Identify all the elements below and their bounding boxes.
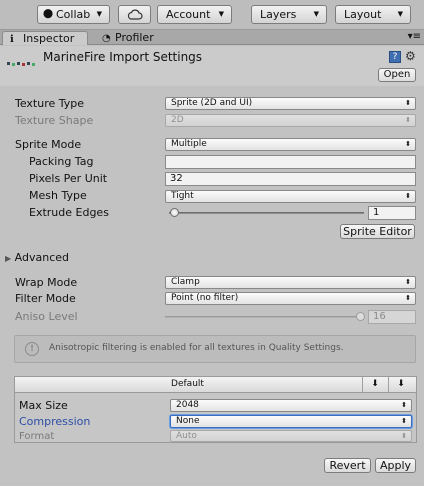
compression-value: None	[176, 416, 200, 426]
layout-label: Layout	[344, 8, 382, 21]
collab-check-icon: ⬤	[43, 9, 54, 19]
collab-label: Collab	[56, 8, 91, 21]
filter-mode-value: Point (no filter)	[171, 293, 239, 303]
dropdown-arrow-icon: ⬍	[401, 417, 407, 425]
filter-mode-dropdown[interactable]: Point (no filter) ⬍	[165, 292, 416, 305]
pixels-per-unit-input[interactable]: 32	[165, 172, 416, 186]
format-value: Auto	[176, 431, 197, 441]
android-icon[interactable]: ⬇	[388, 377, 413, 392]
window-tabs: ℹ Inspector ◔ Profiler ▾≡	[0, 30, 424, 45]
aniso-level-slider-track	[165, 316, 363, 318]
mesh-type-value: Tight	[171, 191, 194, 201]
tab-profiler-label: Profiler	[115, 31, 154, 44]
gear-icon[interactable]: ⚙	[405, 49, 416, 63]
help-text: Anisotropic filtering is enabled for all…	[49, 343, 344, 353]
tab-inspector-label: Inspector	[23, 32, 75, 45]
texture-type-value: Sprite (2D and UI)	[171, 98, 253, 108]
extrude-edges-slider-thumb[interactable]	[170, 208, 179, 217]
chevron-down-icon: ▼	[397, 10, 403, 18]
pixels-per-unit-label: Pixels Per Unit	[29, 172, 108, 185]
sprite-mode-label: Sprite Mode	[15, 138, 82, 151]
dropdown-arrow-icon: ⬍	[405, 140, 411, 148]
max-size-label: Max Size	[19, 399, 68, 412]
texture-shape-dropdown: 2D ⬍	[165, 114, 416, 127]
aniso-level-input: 16	[368, 310, 416, 324]
layers-dropdown[interactable]: Layers ▼	[251, 5, 327, 24]
apply-button[interactable]: Apply	[375, 458, 416, 473]
sprite-mode-value: Multiple	[171, 139, 207, 149]
chevron-down-icon: ▼	[218, 10, 224, 18]
layout-dropdown[interactable]: Layout ▼	[335, 5, 411, 24]
max-size-value: 2048	[176, 400, 199, 410]
dropdown-arrow-icon: ⬍	[405, 116, 411, 124]
cloud-button[interactable]	[118, 5, 151, 24]
platform-settings: Default ⬇ ⬇ Max Size 2048 ⬍ Compression N…	[14, 376, 417, 443]
mesh-type-label: Mesh Type	[29, 189, 87, 202]
revert-button[interactable]: Revert	[324, 458, 371, 473]
help-box: ! Anisotropic filtering is enabled for a…	[14, 335, 416, 363]
texture-type-dropdown[interactable]: Sprite (2D and UI) ⬍	[165, 97, 416, 110]
main-toolbar: ⬤ Collab ▼ Account ▼ Layers ▼ Layout ▼	[0, 0, 424, 30]
extrude-edges-input[interactable]: 1	[368, 206, 416, 220]
dropdown-arrow-icon: ⬍	[405, 192, 411, 200]
max-size-dropdown[interactable]: 2048 ⬍	[170, 399, 412, 412]
advanced-label: Advanced	[14, 251, 69, 264]
texture-shape-label: Texture Shape	[15, 114, 94, 127]
packing-tag-label: Packing Tag	[29, 155, 94, 168]
open-button[interactable]: Open	[378, 68, 416, 82]
tab-profiler[interactable]: ◔ Profiler	[98, 31, 168, 45]
wrap-mode-label: Wrap Mode	[15, 276, 78, 289]
download-icon[interactable]: ⬇	[362, 377, 387, 392]
platform-tab-bar: Default ⬇ ⬇	[15, 377, 416, 393]
triangle-right-icon: ▶	[5, 254, 12, 263]
sprite-editor-button[interactable]: Sprite Editor	[340, 224, 415, 239]
info-icon: !	[25, 342, 39, 356]
cloud-icon	[127, 9, 143, 20]
wrap-mode-value: Clamp	[171, 277, 200, 287]
sprite-thumbnail	[7, 62, 35, 66]
texture-shape-value: 2D	[171, 115, 184, 125]
chevron-down-icon: ▼	[96, 10, 102, 18]
format-label: Format	[19, 431, 55, 442]
dropdown-arrow-icon: ⬍	[401, 401, 407, 409]
compression-dropdown[interactable]: None ⬍	[170, 415, 412, 428]
profiler-icon: ◔	[102, 33, 111, 44]
dropdown-arrow-icon: ⬍	[401, 432, 407, 440]
packing-tag-input[interactable]	[165, 155, 416, 169]
asset-header: MarineFire Import Settings ? ⚙ Open	[0, 46, 424, 86]
import-settings-panel: Texture Type Sprite (2D and UI) ⬍ Texture…	[0, 86, 424, 486]
advanced-foldout[interactable]: ▶ Advanced	[5, 251, 69, 266]
compression-label: Compression	[19, 415, 91, 428]
account-label: Account	[166, 8, 211, 21]
help-book-icon[interactable]: ?	[389, 51, 401, 63]
info-icon: ℹ	[10, 34, 14, 45]
chevron-down-icon: ▼	[313, 10, 319, 18]
layers-label: Layers	[260, 8, 297, 21]
account-dropdown[interactable]: Account ▼	[157, 5, 232, 24]
page-title: MarineFire Import Settings	[43, 50, 203, 64]
dropdown-arrow-icon: ⬍	[405, 278, 411, 286]
extrude-edges-slider-track[interactable]	[169, 212, 364, 214]
format-dropdown: Auto ⬍	[170, 430, 412, 442]
dropdown-arrow-icon: ⬍	[405, 99, 411, 107]
sprite-mode-dropdown[interactable]: Multiple ⬍	[165, 138, 416, 151]
collab-dropdown[interactable]: ⬤ Collab ▼	[37, 5, 110, 24]
filter-mode-label: Filter Mode	[15, 292, 76, 305]
mesh-type-dropdown[interactable]: Tight ⬍	[165, 190, 416, 203]
dropdown-arrow-icon: ⬍	[405, 294, 411, 302]
aniso-level-slider-thumb	[356, 312, 365, 321]
extrude-edges-label: Extrude Edges	[29, 206, 109, 219]
wrap-mode-dropdown[interactable]: Clamp ⬍	[165, 276, 416, 289]
texture-type-label: Texture Type	[15, 97, 85, 110]
tab-menu-icon[interactable]: ▾≡	[408, 30, 421, 44]
tab-inspector[interactable]: ℹ Inspector	[2, 31, 88, 45]
tab-default[interactable]: Default	[15, 377, 360, 392]
aniso-level-label: Aniso Level	[15, 310, 78, 323]
